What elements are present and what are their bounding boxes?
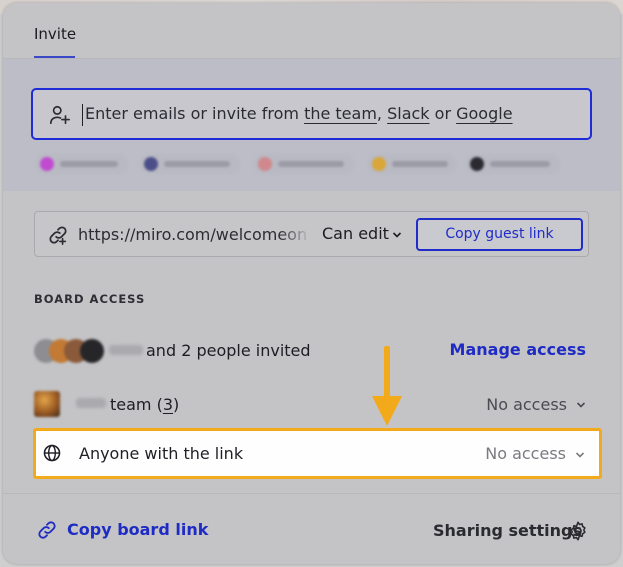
- divider: [3, 493, 620, 494]
- guest-link-url[interactable]: https://miro.com/welcomeonboard: [78, 225, 307, 244]
- suggestion-chip[interactable]: [466, 154, 560, 174]
- board-access-heading: BOARD ACCESS: [34, 292, 146, 306]
- link-icon: [38, 521, 56, 539]
- invite-sep-2: or: [429, 104, 457, 123]
- suggestion-chip[interactable]: [368, 154, 456, 174]
- chevron-down-icon[interactable]: [576, 401, 586, 409]
- chevron-down-icon[interactable]: [392, 231, 402, 239]
- invite-from-google-link[interactable]: Google: [456, 104, 512, 123]
- link-icon: [49, 226, 67, 245]
- invite-sep-1: ,: [376, 104, 388, 123]
- team-label: team (3): [110, 395, 179, 414]
- invite-input[interactable]: Enter emails or invite from the team, Sl…: [31, 88, 592, 140]
- invite-from-team-link[interactable]: the team: [304, 104, 377, 123]
- team-member-count[interactable]: 3: [163, 395, 173, 414]
- team-label-close: ): [173, 395, 180, 414]
- invite-placeholder-prefix: Enter emails or invite from: [85, 104, 305, 123]
- suggestion-chip[interactable]: [254, 154, 354, 174]
- tab-invite[interactable]: Invite: [34, 25, 76, 43]
- sharing-settings-button[interactable]: Sharing settings: [433, 519, 593, 543]
- add-user-icon: [50, 105, 70, 125]
- invited-people-row: and 2 people invited Manage access: [34, 334, 589, 368]
- text-caret: [82, 104, 83, 126]
- avatar-group: [34, 339, 104, 363]
- suggestion-chips: [36, 154, 596, 176]
- globe-icon: [43, 444, 61, 462]
- anyone-access-dropdown[interactable]: No access: [485, 444, 566, 463]
- blurred-team-name: [76, 398, 106, 408]
- manage-access-link[interactable]: Manage access: [450, 340, 586, 359]
- avatar: [80, 339, 104, 363]
- invite-placeholder: Enter emails or invite from the team, Sl…: [85, 104, 513, 123]
- guest-link-row: https://miro.com/welcomeonboard Can edit…: [34, 211, 589, 257]
- gear-icon: [570, 521, 586, 541]
- url-fade: [279, 220, 319, 250]
- invited-count-text: and 2 people invited: [146, 341, 311, 360]
- copy-guest-link-button[interactable]: Copy guest link: [416, 218, 583, 251]
- invite-from-slack-link[interactable]: Slack: [387, 104, 429, 123]
- team-label-text: team (: [110, 395, 163, 414]
- copy-board-link-button[interactable]: Copy board link: [36, 518, 209, 542]
- sharing-settings-label: Sharing settings: [433, 521, 583, 540]
- copy-board-link-label: Copy board link: [67, 520, 209, 539]
- tab-bar: Invite: [3, 3, 620, 59]
- team-avatar: [34, 391, 60, 417]
- suggestion-chip[interactable]: [140, 154, 240, 174]
- permission-dropdown[interactable]: Can edit: [322, 224, 389, 243]
- blurred-name: [109, 345, 143, 355]
- share-dialog: Invite Enter emails or invite from the t…: [3, 3, 620, 564]
- team-access-row: team (3) No access: [34, 387, 589, 421]
- invite-section: Enter emails or invite from the team, Sl…: [3, 59, 620, 191]
- arrow-down-icon: [372, 346, 402, 426]
- anyone-with-link-row: Anyone with the link No access: [33, 428, 602, 479]
- anyone-with-link-label: Anyone with the link: [79, 444, 244, 463]
- team-access-dropdown[interactable]: No access: [486, 395, 567, 414]
- chevron-down-icon[interactable]: [575, 451, 585, 459]
- suggestion-chip[interactable]: [36, 154, 128, 174]
